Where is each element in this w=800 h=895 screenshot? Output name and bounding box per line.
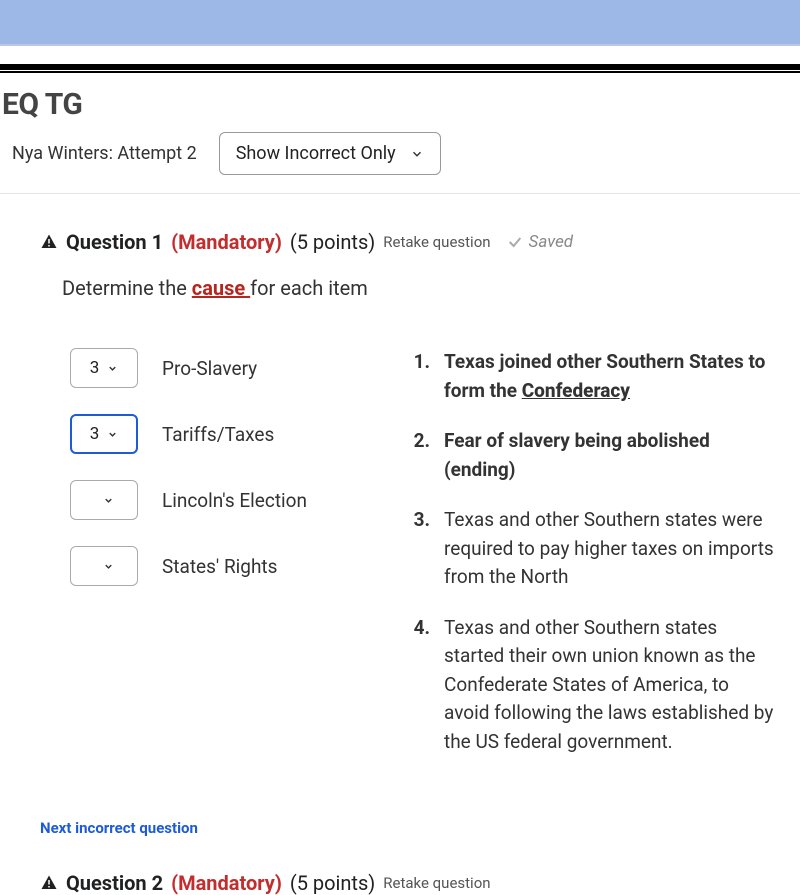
- filter-dropdown[interactable]: Show Incorrect Only: [219, 132, 441, 175]
- answer-key-column: 1. Texas joined other Southern States to…: [410, 348, 800, 778]
- match-label: States' Rights: [162, 555, 277, 578]
- match-dropdown-1[interactable]: 3: [70, 348, 138, 388]
- prompt-suffix: for each item: [250, 276, 368, 300]
- question-2-mandatory: (Mandatory): [171, 871, 282, 895]
- match-dropdown-2[interactable]: 3: [70, 414, 138, 454]
- answer-text: Fear of slavery being abolished (ending): [444, 427, 778, 484]
- retake-question-link[interactable]: Retake question: [383, 233, 490, 251]
- retake-question-2-link[interactable]: Retake question: [383, 874, 490, 892]
- match-row: 3 Pro-Slavery: [70, 348, 380, 388]
- next-incorrect-link[interactable]: Next incorrect question: [40, 819, 198, 837]
- question-1-prompt: Determine the cause for each item: [62, 276, 800, 300]
- question-2-points: (5 points): [290, 871, 375, 895]
- chevron-down-icon: [410, 147, 424, 161]
- attempt-label: Nya Winters: Attempt 2: [12, 143, 197, 164]
- match-label: Tariffs/Taxes: [162, 423, 274, 446]
- filter-dropdown-label: Show Incorrect Only: [236, 143, 396, 164]
- answer-number: 3.: [410, 506, 430, 592]
- answer-text: Texas and other Southern states started …: [444, 614, 778, 757]
- check-icon: [507, 234, 523, 250]
- prompt-prefix: Determine the: [62, 276, 192, 300]
- divider-thick: [0, 64, 800, 70]
- match-dropdown-3[interactable]: [70, 480, 138, 520]
- match-row: 3 Tariffs/Taxes: [70, 414, 380, 454]
- match-row: States' Rights: [70, 546, 380, 586]
- match-row: Lincoln's Election: [70, 480, 380, 520]
- chevron-down-icon: [107, 363, 118, 374]
- answer-item: 1. Texas joined other Southern States to…: [410, 348, 778, 405]
- answer-text: Texas and other Southern states were req…: [444, 506, 778, 592]
- question-1-mandatory: (Mandatory): [171, 230, 282, 254]
- match-dropdown-value: 3: [90, 358, 100, 378]
- match-dropdown-4[interactable]: [70, 546, 138, 586]
- answer-number: 1.: [410, 348, 430, 405]
- top-band: [0, 0, 800, 46]
- spacer: [0, 46, 800, 64]
- warning-icon: [40, 874, 58, 892]
- question-1-points: (5 points): [290, 230, 375, 254]
- question-1-header: Question 1 (Mandatory) (5 points) Retake…: [40, 230, 800, 254]
- answer-text: Texas joined other Southern States to fo…: [444, 348, 778, 405]
- page-title: EQ TG: [0, 87, 800, 122]
- warning-icon: [40, 233, 58, 251]
- answer-item: 4. Texas and other Southern states start…: [410, 614, 778, 757]
- match-dropdown-value: 3: [90, 424, 100, 444]
- match-left-column: 3 Pro-Slavery 3 Tariffs/Taxes: [40, 348, 380, 778]
- question-1-label: Question 1: [66, 230, 163, 254]
- chevron-down-icon: [103, 495, 114, 506]
- divider-thin: [0, 71, 800, 73]
- question-2-label: Question 2: [66, 871, 163, 895]
- chevron-down-icon: [107, 429, 118, 440]
- saved-status: Saved: [529, 232, 574, 252]
- match-label: Pro-Slavery: [162, 357, 257, 380]
- answer-item: 2. Fear of slavery being abolished (endi…: [410, 427, 778, 484]
- answer-number: 2.: [410, 427, 430, 484]
- match-label: Lincoln's Election: [162, 489, 307, 512]
- question-2-header: Question 2 (Mandatory) (5 points) Retake…: [40, 871, 800, 895]
- answer-number: 4.: [410, 614, 430, 757]
- answer-item: 3. Texas and other Southern states were …: [410, 506, 778, 592]
- chevron-down-icon: [103, 561, 114, 572]
- prompt-highlight: cause: [192, 276, 250, 300]
